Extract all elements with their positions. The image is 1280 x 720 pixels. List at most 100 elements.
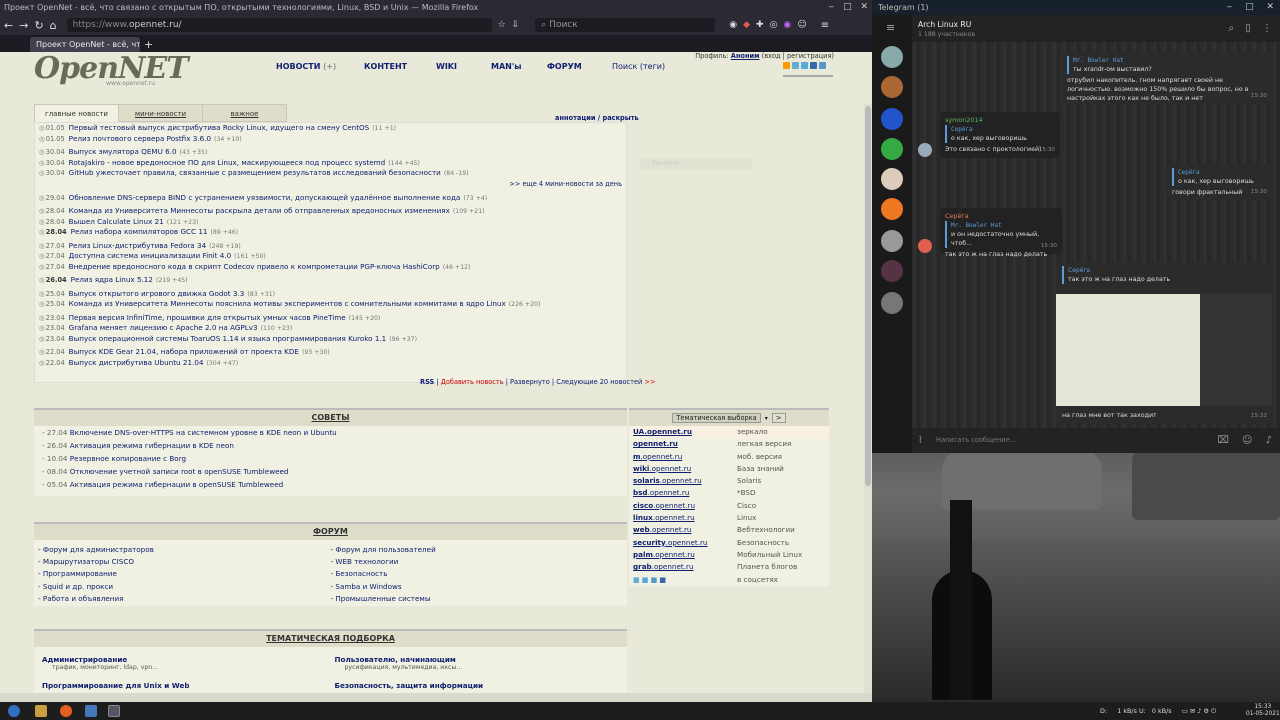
input-icons[interactable]: ⌧ ☺ ♪ xyxy=(1217,428,1272,453)
tab-opennet[interactable]: Проект OpenNet - всё, что ✕ xyxy=(30,37,140,52)
reload-icon[interactable]: ↻ xyxy=(34,19,43,32)
thema-security[interactable]: Безопасность, защита информации xyxy=(335,681,628,690)
tip-link[interactable]: Активация режима гибернации в KDE neon xyxy=(70,441,234,450)
news-title-link[interactable]: Релиз почтового сервера Postfix 3.6.0 xyxy=(69,134,211,143)
thema-admin[interactable]: Администрирование xyxy=(42,655,335,664)
new-tab-icon[interactable]: + xyxy=(144,37,153,52)
user-avatar[interactable] xyxy=(918,143,932,157)
news-comment-count[interactable]: (161 +50) xyxy=(234,253,266,260)
forum-link[interactable]: - Форум для администраторов xyxy=(38,544,331,556)
bookmark-star-icon[interactable]: ☆ xyxy=(498,20,506,30)
twitter-icon[interactable] xyxy=(801,62,808,69)
annotations-toggle[interactable]: аннотации / раскрыть xyxy=(555,114,639,122)
message-input[interactable]: ⌇ Написать сообщение... ⌧ ☺ ♪ xyxy=(912,428,1280,453)
news-comment-count[interactable]: (121 +23) xyxy=(167,219,199,226)
profile-user[interactable]: Аноним xyxy=(731,52,760,60)
news-comment-count[interactable]: (34 +10) xyxy=(214,136,242,143)
horizontal-scrollbar[interactable] xyxy=(0,693,872,702)
news-title-link[interactable]: Выпуск эмулятора QEMU 6.0 xyxy=(69,147,177,156)
news-title-link[interactable]: RotaJakiro - новое вредоносное ПО для Li… xyxy=(69,158,386,167)
news-title-link[interactable]: Grafana меняет лицензию с Apache 2.0 на … xyxy=(69,323,258,332)
telegram-icon[interactable] xyxy=(792,62,799,69)
nav-forum[interactable]: ФОРУМ xyxy=(547,62,582,71)
news-title-link[interactable]: Вышел Calculate Linux 21 xyxy=(69,217,164,226)
mirror-link[interactable]: web.opennet.ru xyxy=(633,524,737,536)
thematic-go-button[interactable]: > xyxy=(771,413,786,423)
news-title-link[interactable]: Доступна система инициализации Finit 4.0 xyxy=(69,251,232,260)
news-comment-count[interactable]: (219 +45) xyxy=(156,277,188,284)
social-icon[interactable]: ■ xyxy=(659,575,666,584)
forum-link[interactable]: - Безопасность xyxy=(331,568,624,580)
next-arrows[interactable]: >> xyxy=(644,378,655,386)
news-title-link[interactable]: Первый тестовый выпуск дистрибутива Rock… xyxy=(69,123,370,132)
news-comment-count[interactable]: (46 +12) xyxy=(443,264,471,271)
news-title-link[interactable]: Релиз ядра Linux 5.12 xyxy=(71,275,153,284)
news-comment-count[interactable]: (11 +1) xyxy=(372,125,396,132)
chat-header[interactable]: Arch Linux RU 1 188 участников ⌕ ▯ ⋮ xyxy=(912,15,1280,42)
tip-link[interactable]: Резервное копирование с Borg xyxy=(70,454,186,463)
news-title-link[interactable]: GitHub ужесточает правила, связанные с р… xyxy=(69,168,441,177)
social-icon[interactable]: ■ xyxy=(633,575,640,584)
news-comment-count[interactable]: (144 +45) xyxy=(388,160,420,167)
thematic-select[interactable]: Тематическая выборка xyxy=(672,413,761,423)
url-bar[interactable]: https://www.opennet.ru/ xyxy=(66,18,492,32)
news-comment-count[interactable]: (73 +4) xyxy=(463,195,487,202)
forum-link[interactable]: - Промышленные системы xyxy=(331,593,624,605)
mirror-link[interactable]: m.opennet.ru xyxy=(633,451,737,463)
rss-icon[interactable] xyxy=(783,62,790,69)
news-comment-count[interactable]: (83 +31) xyxy=(247,291,275,298)
news-title-link[interactable]: Команда из Университета Миннесоты раскры… xyxy=(69,206,450,215)
message-bubble[interactable]: Mr. Bowler Hat ты xrandr-ом выставил? отр… xyxy=(1062,52,1272,104)
news-comment-count[interactable]: (248 +19) xyxy=(209,243,241,250)
social-icon[interactable]: ■ xyxy=(642,575,649,584)
news-comment-count[interactable]: (110 +23) xyxy=(261,325,293,332)
news-comment-count[interactable]: (145 +20) xyxy=(349,315,381,322)
vk-icon[interactable] xyxy=(819,62,826,69)
facebook-icon[interactable] xyxy=(810,62,817,69)
forum-link[interactable]: - WEB технологии xyxy=(331,556,624,568)
thema-title[interactable]: ТЕМАТИЧЕСКАЯ ПОДБОРКА xyxy=(34,631,627,647)
forum-link[interactable]: - Форум для пользователей xyxy=(331,544,624,556)
mirror-link[interactable]: linux.opennet.ru xyxy=(633,512,737,524)
chat-avatar[interactable] xyxy=(881,76,903,98)
chat-avatar[interactable] xyxy=(881,260,903,282)
extension-icon-6[interactable]: ☺ xyxy=(797,20,806,30)
news-comment-count[interactable]: (84 -19) xyxy=(444,170,469,177)
tab-main-news[interactable]: главные новости xyxy=(34,104,119,122)
news-title-link[interactable]: Релиз набора компиляторов GCC 11 xyxy=(71,227,208,236)
news-title-link[interactable]: Выпуск дистрибутива Ubuntu 21.04 xyxy=(69,358,204,367)
news-title-link[interactable]: Релиз Linux-дистрибутива Fedora 34 xyxy=(69,241,206,250)
download-icon[interactable]: ⇩ xyxy=(512,20,520,30)
mirror-link[interactable]: grab.opennet.ru xyxy=(633,561,737,573)
mirror-link[interactable]: wiki.opennet.ru xyxy=(633,463,737,475)
expanded-link[interactable]: Развернуто xyxy=(510,378,550,386)
news-comment-count[interactable]: (89 +46) xyxy=(211,229,239,236)
news-comment-count[interactable]: (304 +47) xyxy=(206,360,238,367)
extension-icon-5[interactable]: ◉ xyxy=(783,20,791,30)
telegram-window-controls[interactable]: ‒ □ ✕ xyxy=(1227,0,1275,15)
news-title-link[interactable]: Команда из Университета Миннесоты поясни… xyxy=(69,299,506,308)
nav-wiki[interactable]: WIKI xyxy=(436,62,457,71)
news-comment-count[interactable]: (93 +30) xyxy=(302,349,330,356)
profile-links[interactable]: (вход | регистрация) xyxy=(762,52,834,60)
mirror-link[interactable]: bsd.opennet.ru xyxy=(633,487,737,499)
tip-link[interactable]: Отключение учетной записи root в openSUS… xyxy=(70,467,289,476)
news-comment-count[interactable]: (43 +35) xyxy=(180,149,208,156)
chat-avatar[interactable] xyxy=(881,138,903,160)
extension-icon-4[interactable]: ◎ xyxy=(770,20,778,30)
chat-header-icons[interactable]: ⌕ ▯ ⋮ xyxy=(1229,23,1272,34)
files-icon[interactable] xyxy=(35,705,47,717)
scrollbar-thumb[interactable] xyxy=(865,106,871,486)
page-scrollbar[interactable] xyxy=(864,104,872,720)
message-author[interactable]: symon2014 xyxy=(945,116,1055,125)
search-input[interactable]: ⌕ Поиск xyxy=(535,18,716,32)
forum-link[interactable]: - Работа и объявления xyxy=(38,593,331,605)
news-comment-count[interactable]: (109 +21) xyxy=(453,208,485,215)
rss-link[interactable]: RSS xyxy=(420,378,434,386)
firefox-icon[interactable] xyxy=(60,705,72,717)
forward-icon[interactable]: → xyxy=(19,19,28,32)
tip-link[interactable]: Активация режима гибернации в openSUSE T… xyxy=(70,480,283,489)
mirror-link[interactable]: solaris.opennet.ru xyxy=(633,475,737,487)
news-comment-count[interactable]: (96 +37) xyxy=(389,336,417,343)
screenshot-attachment[interactable] xyxy=(1056,294,1272,406)
